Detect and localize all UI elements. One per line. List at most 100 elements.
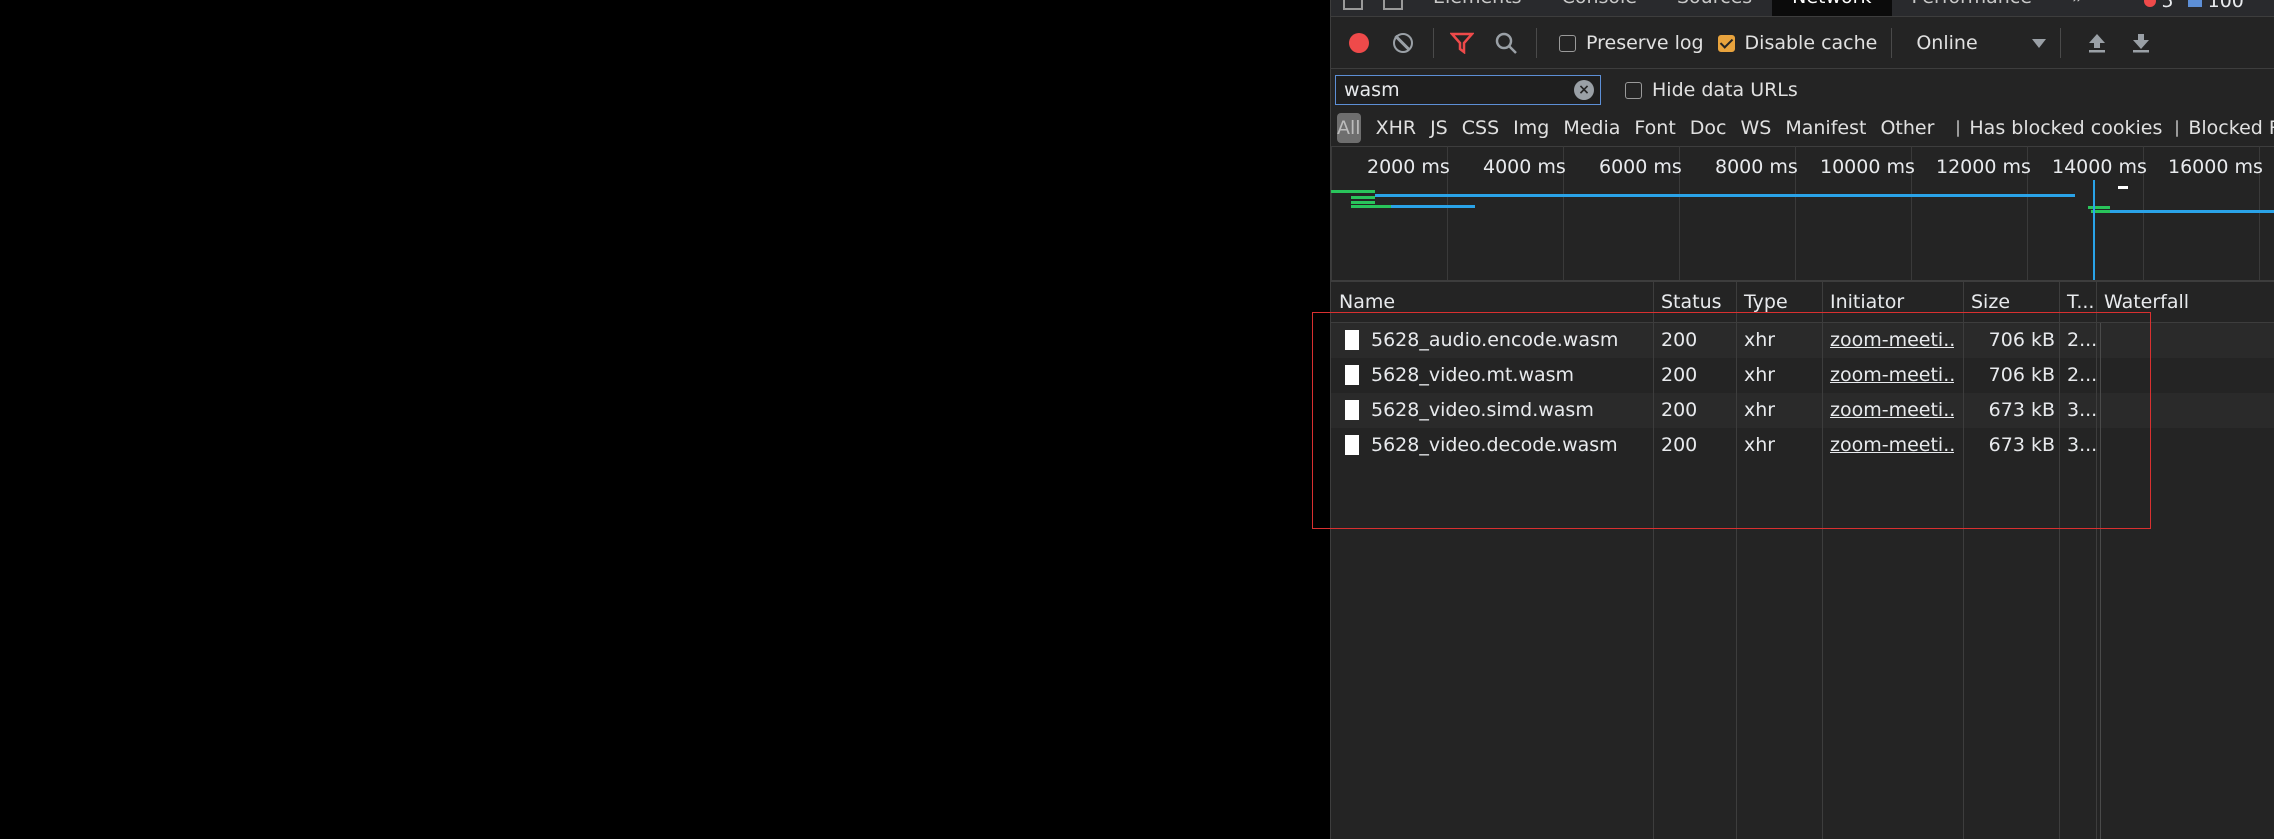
tab-console[interactable]: Console — [1542, 0, 1657, 16]
overview-request-bar — [1351, 196, 1375, 199]
record-icon — [1349, 33, 1369, 53]
overview-tick-label: 14000 ms — [2052, 156, 2147, 178]
export-har-button[interactable] — [2125, 27, 2157, 59]
hide-data-urls-checkbox[interactable] — [1625, 81, 1642, 99]
filter-button[interactable] — [1446, 27, 1478, 59]
tab-performance[interactable]: Performance — [1892, 0, 2052, 16]
overview-request-bar — [1375, 194, 2075, 197]
request-size: 706 kB — [1988, 329, 2055, 351]
type-filter-css[interactable]: CSS — [1455, 113, 1506, 143]
request-name[interactable]: 5628_video.mt.wasm — [1371, 358, 1651, 393]
filter-input[interactable] — [1342, 78, 1566, 102]
request-initiator-link[interactable]: zoom-meeti... — [1830, 323, 1954, 358]
overview-tick-label: 10000 ms — [1820, 156, 1915, 178]
clear-filter-icon[interactable]: × — [1574, 80, 1594, 100]
record-button[interactable] — [1343, 27, 1375, 59]
network-toolbar: Preserve log Disable cache Online — [1331, 18, 2274, 69]
overview-request-bar — [1351, 205, 1391, 208]
column-divider[interactable] — [2096, 282, 2097, 839]
overview-tick-label: 4000 ms — [1483, 156, 1566, 178]
waterfall-time-marker — [2100, 323, 2101, 839]
column-header-initiator[interactable]: Initiator — [1830, 282, 1904, 322]
table-row[interactable]: 5628_video.mt.wasm 200 xhr zoom-meeti...… — [1331, 358, 2274, 393]
column-header-time[interactable]: T... — [2067, 282, 2094, 322]
document-icon — [1345, 400, 1359, 420]
type-filter-manifest[interactable]: Manifest — [1778, 113, 1873, 143]
more-tabs-button[interactable]: » — [2052, 0, 2104, 16]
column-header-waterfall[interactable]: Waterfall — [2104, 282, 2189, 322]
filter-input-box[interactable]: × — [1335, 75, 1601, 105]
search-button[interactable] — [1490, 27, 1522, 59]
request-initiator-link[interactable]: zoom-meeti... — [1830, 428, 1954, 463]
type-filter-media[interactable]: Media — [1556, 113, 1627, 143]
request-initiator-link[interactable]: zoom-meeti... — [1830, 358, 1954, 393]
overview-request-bar — [1391, 205, 1475, 208]
column-header-status[interactable]: Status — [1661, 282, 1722, 322]
toolbar-divider — [1536, 28, 1537, 58]
request-name[interactable]: 5628_video.simd.wasm — [1371, 393, 1651, 428]
request-name[interactable]: 5628_video.decode.wasm — [1371, 428, 1651, 463]
throttling-select[interactable]: Online — [1916, 32, 2026, 54]
type-filter-js[interactable]: JS — [1423, 113, 1455, 143]
request-name[interactable]: 5628_audio.encode.wasm — [1371, 323, 1651, 358]
error-count[interactable]: 5 — [2162, 0, 2174, 12]
tab-network[interactable]: Network — [1772, 0, 1892, 16]
tab-elements[interactable]: Elements — [1413, 0, 1542, 16]
toolbar-divider — [2060, 28, 2062, 58]
clear-button[interactable] — [1387, 27, 1419, 59]
overview-tick-label: 6000 ms — [1599, 156, 1682, 178]
document-icon — [1345, 435, 1359, 455]
chevron-down-icon[interactable] — [2032, 38, 2047, 48]
preserve-log-label: Preserve log — [1586, 32, 1704, 54]
request-table: Name Status Type Initiator Size T... Wat… — [1331, 282, 2274, 839]
request-size: 706 kB — [1988, 364, 2055, 386]
type-filter-font[interactable]: Font — [1627, 113, 1682, 143]
request-status: 200 — [1661, 399, 1698, 421]
table-row[interactable]: 5628_video.simd.wasm 200 xhr zoom-meeti.… — [1331, 393, 2274, 428]
type-filter-doc[interactable]: Doc — [1683, 113, 1734, 143]
download-icon — [2133, 34, 2150, 53]
column-divider[interactable] — [2059, 282, 2060, 839]
type-filter-img[interactable]: Img — [1506, 113, 1556, 143]
toolbar-divider — [1891, 28, 1893, 58]
overview-tick-label: 16000 ms — [2168, 156, 2263, 178]
upload-icon — [2089, 34, 2106, 53]
column-divider[interactable] — [1963, 282, 1964, 839]
overview-gridline — [1331, 146, 1332, 280]
request-size: 673 kB — [1988, 434, 2055, 456]
has-blocked-cookies-checkbox[interactable] — [1957, 119, 1960, 137]
device-toolbar-icon[interactable] — [1383, 0, 1403, 10]
message-count[interactable]: 100 — [2208, 0, 2244, 12]
filter-icon — [1450, 32, 1474, 54]
table-row[interactable]: 5628_video.decode.wasm 200 xhr zoom-meet… — [1331, 428, 2274, 463]
request-initiator-link[interactable]: zoom-meeti... — [1830, 393, 1954, 428]
type-filter-other[interactable]: Other — [1873, 113, 1941, 143]
preserve-log-checkbox[interactable] — [1559, 34, 1576, 52]
type-filter-all[interactable]: All — [1337, 113, 1361, 143]
blocked-requests-label: Blocked Requests — [2188, 117, 2274, 139]
column-header-type[interactable]: Type — [1744, 282, 1788, 322]
message-icon — [2187, 0, 2202, 7]
type-filter-xhr[interactable]: XHR — [1369, 113, 1424, 143]
overview-request-bar — [2088, 206, 2110, 209]
inspect-element-icon[interactable] — [1343, 0, 1363, 10]
column-divider[interactable] — [1736, 282, 1737, 839]
type-filter-ws[interactable]: WS — [1733, 113, 1778, 143]
column-header-size[interactable]: Size — [1971, 282, 2010, 322]
column-header-name[interactable]: Name — [1339, 282, 1395, 322]
request-time: 2... — [2067, 329, 2097, 351]
table-row[interactable]: 5628_audio.encode.wasm 200 xhr zoom-meet… — [1331, 323, 2274, 358]
overview-request-bar — [1331, 190, 1375, 193]
resource-type-filters: All XHR JS CSS Img Media Font Doc WS Man… — [1331, 110, 2274, 147]
request-status: 200 — [1661, 434, 1698, 456]
column-divider[interactable] — [1653, 282, 1654, 839]
column-divider[interactable] — [1822, 282, 1823, 839]
request-size: 673 kB — [1988, 399, 2055, 421]
disable-cache-checkbox[interactable] — [1717, 34, 1735, 52]
network-overview-timeline[interactable]: 2000 ms 4000 ms 6000 ms 8000 ms 10000 ms… — [1331, 146, 2274, 282]
import-har-button[interactable] — [2081, 27, 2113, 59]
blocked-requests-checkbox[interactable] — [2176, 119, 2179, 137]
request-type: xhr — [1744, 399, 1776, 421]
toolbar-divider — [1433, 28, 1434, 58]
tab-sources[interactable]: Sources — [1657, 0, 1772, 16]
